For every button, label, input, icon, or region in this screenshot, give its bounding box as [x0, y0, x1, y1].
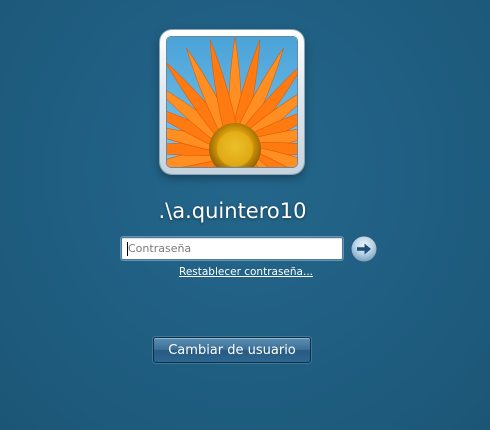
- text-caret: [127, 242, 128, 256]
- password-field[interactable]: [121, 237, 343, 260]
- orange-flower-icon: [167, 37, 297, 167]
- switch-user-button[interactable]: Cambiar de usuario: [153, 337, 311, 363]
- user-avatar: [167, 37, 297, 167]
- user-avatar-frame: [160, 30, 304, 174]
- submit-arrow-button[interactable]: [350, 235, 378, 263]
- reset-password-link[interactable]: Restablecer contraseña...: [121, 266, 371, 278]
- arrow-right-icon: [350, 235, 378, 263]
- logon-screen: .\a.quintero10 Restablecer contraseña...…: [0, 0, 490, 430]
- username-label: .\a.quintero10: [158, 199, 307, 223]
